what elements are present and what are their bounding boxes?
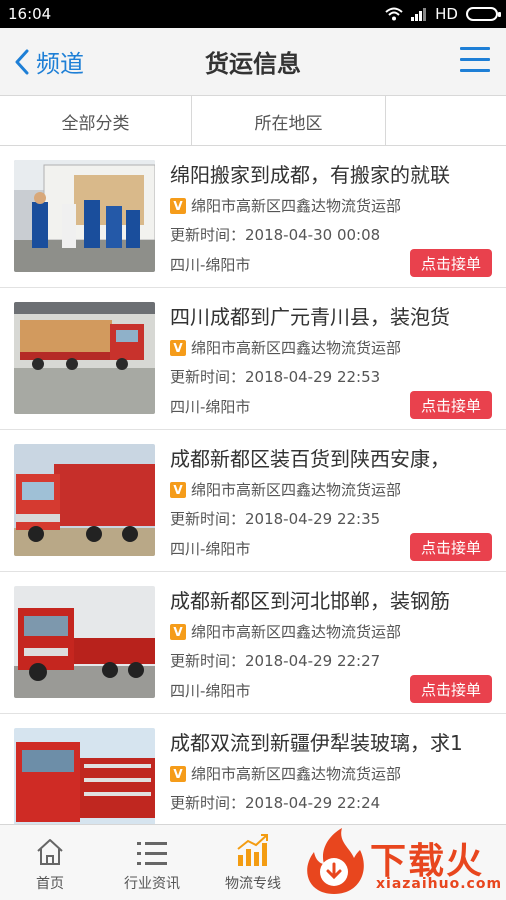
item-thumbnail [14,586,155,698]
item-title: 成都新都区装百货到陕西安康， [170,447,450,471]
item-region: 四川-绵阳市 [170,256,251,274]
company-name: 绵阳市高新区四鑫达物流货运部 [191,197,402,215]
item-thumbnail [14,728,155,824]
menu-icon-line [460,58,490,61]
verified-icon: V [170,481,186,498]
menu-icon-line [460,69,490,72]
item-company: V 绵阳市高新区四鑫达物流货运部 [170,337,401,358]
item-title: 成都新都区到河北邯郸，装钢筋 [170,589,450,613]
accept-order-button[interactable]: 点击接单 [410,249,492,277]
tab-label: 行业资讯 [124,876,180,892]
status-bar: 16:04 HD [0,0,506,28]
tab-logistics-lines[interactable]: 物流专线 [203,825,303,900]
item-region: 四川-绵阳市 [170,540,251,558]
item-company: V 绵阳市高新区四鑫达物流货运部 [170,763,401,784]
item-update-time: 更新时间：2018-04-29 22:53 [170,368,381,386]
company-name: 绵阳市高新区四鑫达物流货运部 [191,339,402,357]
freight-list: 绵阳搬家到成都，有搬家的就联 V 绵阳市高新区四鑫达物流货运部 更新时间：201… [0,146,506,824]
status-time: 16:04 [8,5,52,23]
chart-icon [237,834,268,866]
network-type: HD [435,5,458,23]
item-thumbnail [14,444,155,556]
menu-icon-line [460,47,490,50]
item-region: 四川-绵阳市 [170,398,251,416]
accept-order-button[interactable]: 点击接单 [410,533,492,561]
item-thumbnail [14,302,155,414]
item-company: V 绵阳市高新区四鑫达物流货运部 [170,195,401,216]
item-region: 四川-绵阳市 [170,682,251,700]
filter-extra[interactable] [386,96,506,146]
verified-icon: V [170,765,186,782]
company-name: 绵阳市高新区四鑫达物流货运部 [191,765,402,783]
watermark-logo: 下载火 xiazaihuo.com [292,824,506,900]
item-title: 四川成都到广元青川县，装泡货 [170,305,450,329]
status-icons: HD [385,5,501,23]
menu-button[interactable] [460,47,490,73]
tab-label: 首页 [36,876,64,892]
list-item[interactable]: 成都双流到新疆伊犁装玻璃，求1 V 绵阳市高新区四鑫达物流货运部 更新时间：20… [0,714,506,824]
tab-industry-news[interactable]: 行业资讯 [102,825,202,900]
item-update-time: 更新时间：2018-04-30 00:08 [170,226,381,244]
list-item[interactable]: 四川成都到广元青川县，装泡货 V 绵阳市高新区四鑫达物流货运部 更新时间：201… [0,288,506,430]
verified-icon: V [170,197,186,214]
item-company: V 绵阳市高新区四鑫达物流货运部 [170,621,401,642]
filter-region[interactable]: 所在地区 [192,96,386,146]
list-item[interactable]: 成都新都区装百货到陕西安康， V 绵阳市高新区四鑫达物流货运部 更新时间：201… [0,430,506,572]
filter-bar: 全部分类 所在地区 [0,96,506,146]
company-name: 绵阳市高新区四鑫达物流货运部 [191,623,402,641]
item-company: V 绵阳市高新区四鑫达物流货运部 [170,479,401,500]
company-name: 绵阳市高新区四鑫达物流货运部 [191,481,402,499]
wifi-icon [385,7,403,21]
flame-icon [307,828,364,894]
list-item[interactable]: 绵阳搬家到成都，有搬家的就联 V 绵阳市高新区四鑫达物流货运部 更新时间：201… [0,146,506,288]
item-title: 成都双流到新疆伊犁装玻璃，求1 [170,731,463,755]
item-thumbnail [14,160,155,272]
accept-order-button[interactable]: 点击接单 [410,391,492,419]
tab-label: 物流专线 [225,876,281,892]
list-item[interactable]: 成都新都区到河北邯郸，装钢筋 V 绵阳市高新区四鑫达物流货运部 更新时间：201… [0,572,506,714]
tab-home[interactable]: 首页 [0,825,100,900]
item-update-time: 更新时间：2018-04-29 22:27 [170,652,381,670]
accept-order-button[interactable]: 点击接单 [410,675,492,703]
item-update-time: 更新时间：2018-04-29 22:35 [170,510,381,528]
list-icon [137,842,167,865]
nav-bar: 频道 货运信息 [0,28,506,96]
battery-icon [466,7,501,21]
item-title: 绵阳搬家到成都，有搬家的就联 [170,163,450,187]
verified-icon: V [170,623,186,640]
page-title: 货运信息 [205,50,301,78]
verified-icon: V [170,339,186,356]
filter-all-categories[interactable]: 全部分类 [0,96,192,146]
watermark-url: xiazaihuo.com [376,876,503,892]
item-update-time: 更新时间：2018-04-29 22:24 [170,794,381,812]
signal-icon [411,8,427,21]
home-icon [37,839,63,865]
